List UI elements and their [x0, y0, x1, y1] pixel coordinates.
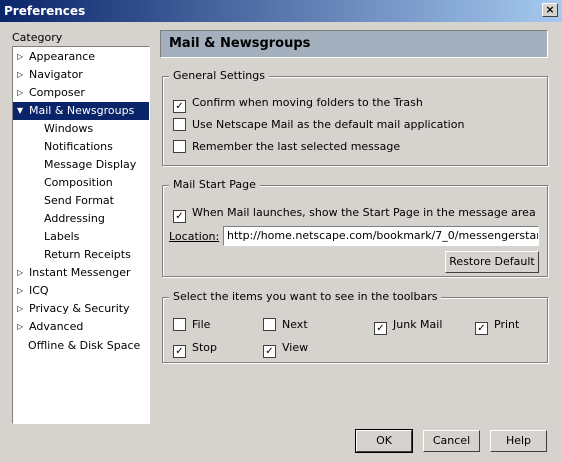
- location-input[interactable]: http://home.netscape.com/bookmark/7_0/me…: [223, 226, 539, 246]
- tree-item-instant-messenger[interactable]: ▷ Instant Messenger: [17, 264, 131, 282]
- checkbox-box[interactable]: ✓: [173, 100, 186, 113]
- junk-mail-checkbox[interactable]: ✓ Junk Mail: [374, 317, 443, 335]
- tree-item-message-display[interactable]: Message Display: [44, 156, 136, 174]
- tree-item-labels[interactable]: Labels: [44, 228, 79, 246]
- tree-item-offline-disk-space[interactable]: Offline & Disk Space: [28, 337, 140, 355]
- expand-arrow-icon[interactable]: ▷: [17, 84, 29, 102]
- confirm-trash-checkbox[interactable]: ✓ Confirm when moving folders to the Tras…: [173, 95, 423, 113]
- tree-label: Privacy & Security: [29, 302, 130, 315]
- toolbar-items-group: Select the items you want to see in the …: [162, 290, 548, 363]
- checkbox-box[interactable]: ✓: [173, 210, 186, 223]
- checkbox-label: Use Netscape Mail as the default mail ap…: [192, 118, 465, 131]
- tree-item-addressing[interactable]: Addressing: [44, 210, 105, 228]
- tree-item-privacy-security[interactable]: ▷ Privacy & Security: [17, 300, 130, 318]
- ok-button[interactable]: OK: [355, 429, 413, 453]
- expand-arrow-icon[interactable]: ▷: [17, 66, 29, 84]
- checkbox-box[interactable]: [263, 318, 276, 331]
- expand-arrow-icon[interactable]: ▷: [17, 282, 29, 300]
- title-bar: Preferences ×: [0, 0, 562, 22]
- group-title: Select the items you want to see in the …: [169, 290, 442, 303]
- expand-arrow-icon[interactable]: ▷: [17, 300, 29, 318]
- checkbox-label: Stop: [192, 341, 218, 354]
- tree-item-send-format[interactable]: Send Format: [44, 192, 114, 210]
- tree-item-icq[interactable]: ▷ ICQ: [17, 282, 49, 300]
- location-label: Location:: [169, 230, 219, 243]
- tree-item-advanced[interactable]: ▷ Advanced: [17, 318, 83, 336]
- location-label-text: Location:: [169, 230, 220, 243]
- checkbox-box[interactable]: [173, 118, 186, 131]
- tree-label: Instant Messenger: [29, 266, 131, 279]
- expand-arrow-icon[interactable]: ▷: [17, 318, 29, 336]
- group-title: Mail Start Page: [169, 178, 260, 191]
- view-checkbox[interactable]: ✓ View: [263, 340, 309, 358]
- checkbox-box[interactable]: ✓: [173, 345, 186, 358]
- checkbox-label: Next: [282, 318, 308, 331]
- close-button[interactable]: ×: [542, 3, 558, 17]
- cancel-button[interactable]: Cancel: [423, 430, 480, 452]
- remember-message-checkbox[interactable]: Remember the last selected message: [173, 139, 400, 155]
- restore-default-button[interactable]: Restore Default: [445, 251, 539, 273]
- print-checkbox[interactable]: ✓ Print: [475, 317, 520, 335]
- collapse-arrow-icon[interactable]: ▼: [17, 102, 29, 120]
- expand-arrow-icon[interactable]: ▷: [17, 48, 29, 66]
- checkbox-box[interactable]: [173, 140, 186, 153]
- default-mail-checkbox[interactable]: Use Netscape Mail as the default mail ap…: [173, 117, 464, 133]
- tree-item-windows[interactable]: Windows: [44, 120, 93, 138]
- tree-label: Appearance: [29, 50, 96, 63]
- window-title: Preferences: [4, 4, 86, 18]
- checkbox-box[interactable]: ✓: [374, 322, 387, 335]
- tree-label: Navigator: [29, 68, 83, 81]
- next-checkbox[interactable]: Next: [263, 317, 308, 333]
- general-settings-group: General Settings ✓ Confirm when moving fo…: [162, 69, 548, 166]
- checkbox-box[interactable]: ✓: [475, 322, 488, 335]
- file-checkbox[interactable]: File: [173, 317, 210, 333]
- checkbox-box[interactable]: ✓: [263, 345, 276, 358]
- stop-checkbox[interactable]: ✓ Stop: [173, 340, 218, 358]
- expand-arrow-icon[interactable]: ▷: [17, 264, 29, 282]
- category-label: Category: [12, 31, 63, 44]
- category-tree[interactable]: ▷ Appearance ▷ Navigator ▷ Composer ▼ Mail &…: [12, 46, 150, 424]
- checkbox-label: Junk Mail: [393, 318, 443, 331]
- checkbox-label: File: [192, 318, 211, 331]
- panel-title: Mail & Newsgroups: [160, 30, 548, 58]
- tree-item-return-receipts[interactable]: Return Receipts: [44, 246, 131, 264]
- tree-label: Mail & Newsgroups: [29, 104, 135, 117]
- show-start-page-checkbox[interactable]: ✓ When Mail launches, show the Start Page…: [173, 205, 536, 223]
- checkbox-label: Remember the last selected message: [192, 140, 401, 153]
- tree-item-mail-newsgroups[interactable]: ▼ Mail & Newsgroups: [13, 102, 149, 120]
- group-title: General Settings: [169, 69, 269, 82]
- mail-start-page-group: Mail Start Page ✓ When Mail launches, sho…: [162, 178, 548, 277]
- tree-item-composition[interactable]: Composition: [44, 174, 113, 192]
- checkbox-label: Confirm when moving folders to the Trash: [192, 96, 423, 109]
- checkbox-label: View: [282, 341, 309, 354]
- checkbox-label: Print: [494, 318, 520, 331]
- checkbox-box[interactable]: [173, 318, 186, 331]
- tree-item-navigator[interactable]: ▷ Navigator: [17, 66, 83, 84]
- tree-item-appearance[interactable]: ▷ Appearance: [17, 48, 95, 66]
- tree-item-composer[interactable]: ▷ Composer: [17, 84, 85, 102]
- tree-item-notifications[interactable]: Notifications: [44, 138, 113, 156]
- tree-label: Composer: [29, 86, 85, 99]
- help-button[interactable]: Help: [490, 430, 547, 452]
- tree-label: ICQ: [29, 284, 49, 297]
- tree-label: Advanced: [29, 320, 84, 333]
- checkbox-label: When Mail launches, show the Start Page …: [192, 206, 536, 219]
- close-icon: ×: [545, 3, 555, 16]
